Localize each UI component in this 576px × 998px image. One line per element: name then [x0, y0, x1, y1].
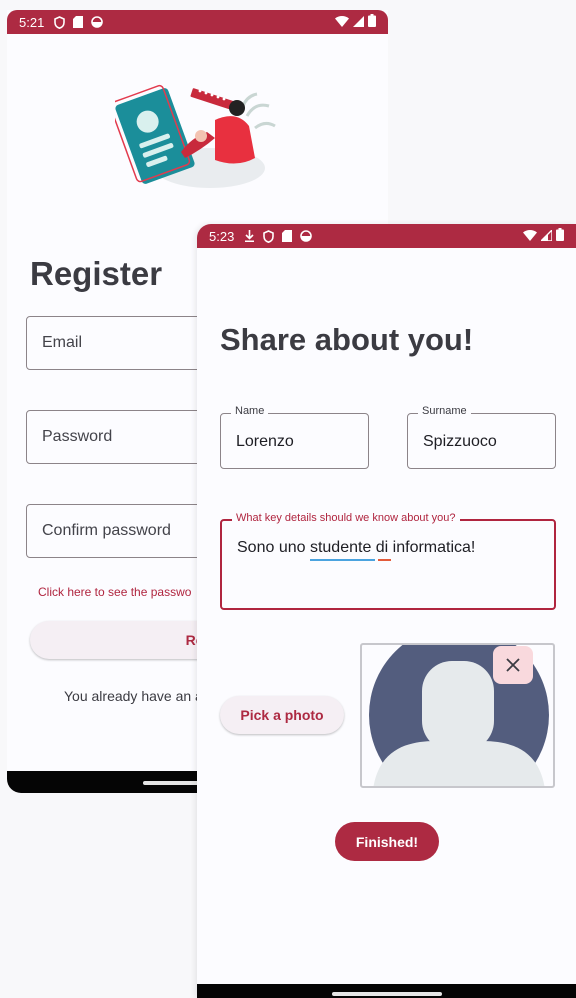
shield-icon — [54, 15, 66, 29]
page-title: Register — [30, 255, 163, 292]
wifi-icon — [335, 15, 349, 30]
shield-icon — [263, 229, 275, 243]
details-value: Sono uno studente di informatica! — [237, 539, 476, 556]
password-placeholder: Password — [42, 428, 113, 445]
status-bar: 5:21 — [7, 10, 388, 34]
show-password-link[interactable]: Click here to see the passwo — [38, 585, 191, 599]
status-time: 5:21 — [19, 14, 45, 30]
sim-icon — [73, 16, 84, 28]
name-field[interactable]: Name Lorenzo — [220, 405, 369, 469]
status-time: 5:23 — [209, 228, 235, 244]
circle-icon — [300, 230, 313, 242]
profile-screen: 5:23 Share about you! Name Lorenzo Surna… — [197, 224, 576, 998]
battery-icon — [556, 228, 564, 244]
surname-value: Spizzuoco — [423, 433, 497, 450]
close-icon — [506, 658, 520, 672]
home-handle[interactable] — [331, 992, 442, 996]
remove-photo-button[interactable] — [493, 646, 533, 684]
status-bar: 5:23 — [197, 224, 576, 248]
name-label: Name — [231, 405, 269, 417]
signal-icon — [539, 227, 553, 244]
email-placeholder: Email — [42, 334, 83, 351]
wifi-icon — [523, 229, 537, 244]
battery-icon — [368, 14, 376, 30]
finished-button[interactable]: Finished! — [335, 822, 439, 861]
circle-icon — [91, 16, 104, 28]
pick-photo-label: Pick a photo — [240, 707, 324, 723]
confirm-password-placeholder: Confirm password — [42, 522, 171, 539]
pick-photo-button[interactable]: Pick a photo — [220, 696, 344, 734]
spellcheck-underline — [378, 559, 391, 561]
navigation-bar — [197, 984, 576, 998]
page-title: Share about you! — [220, 322, 474, 357]
surname-field[interactable]: Surname Spizzuoco — [407, 405, 556, 469]
login-prompt[interactable]: You already have an a — [64, 688, 203, 704]
signal-icon — [353, 15, 364, 30]
sim-icon — [282, 230, 293, 242]
surname-label: Surname — [418, 405, 471, 417]
spellcheck-underline — [310, 559, 375, 561]
details-textarea[interactable]: What key details should we know about yo… — [220, 512, 556, 610]
details-label: What key details should we know about yo… — [232, 512, 460, 524]
download-icon — [244, 230, 255, 242]
name-value: Lorenzo — [236, 433, 294, 450]
register-illustration — [109, 76, 285, 196]
finished-label: Finished! — [355, 833, 419, 850]
